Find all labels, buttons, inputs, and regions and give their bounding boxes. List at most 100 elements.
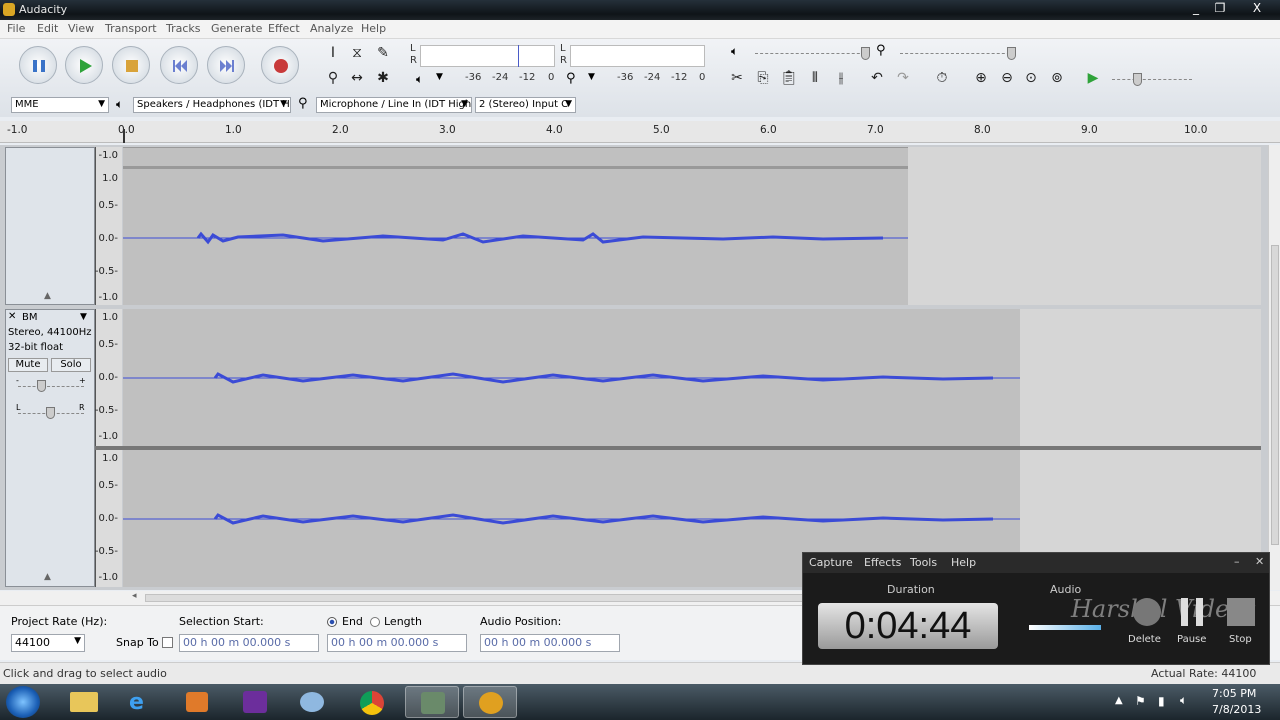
visual-studio-taskbar-icon[interactable] <box>228 686 282 718</box>
track-menu-chevron-icon[interactable]: ▼ <box>80 312 87 322</box>
output-device-select[interactable]: Speakers / Headphones (IDT H ▼ <box>133 97 291 113</box>
stop-icon[interactable] <box>1227 598 1255 626</box>
trim-icon[interactable]: ⫴ <box>804 68 826 88</box>
network-icon[interactable]: ▮ <box>1158 694 1165 708</box>
time-shift-tool-icon[interactable]: ↔ <box>346 68 368 88</box>
sync-lock-icon[interactable]: ⏱︎ <box>931 68 953 88</box>
pan-slider-thumb[interactable] <box>46 407 55 419</box>
play-at-speed-icon[interactable]: ▶ <box>1082 68 1104 88</box>
pause-button[interactable] <box>19 46 57 84</box>
playback-meter-dropdown-icon[interactable]: ▼ <box>436 72 443 82</box>
playback-meter[interactable] <box>420 45 555 67</box>
input-device-select[interactable]: Microphone / Line In (IDT High ▼ <box>316 97 472 113</box>
draw-tool-icon[interactable]: ✎ <box>372 43 394 63</box>
collapse-arrow-icon[interactable]: ▲ <box>44 572 51 582</box>
audacity-taskbar-icon[interactable] <box>463 686 517 718</box>
host-select[interactable]: MME ▼ <box>11 97 109 113</box>
tray-expand-icon[interactable]: ▲ <box>1115 695 1123 706</box>
clock-time[interactable]: 7:05 PM <box>1212 687 1256 700</box>
recorder-menu-effects[interactable]: Effects <box>864 556 901 569</box>
vertical-scroll-thumb[interactable] <box>1271 245 1279 545</box>
zoom-tool-icon[interactable]: ⚲ <box>322 68 344 88</box>
menu-generate[interactable]: Generate <box>211 22 262 35</box>
input-volume-slider[interactable] <box>900 53 1015 54</box>
input-volume-thumb[interactable] <box>1007 47 1016 60</box>
input-channels-select[interactable]: 2 (Stereo) Input C ▼ <box>475 97 576 113</box>
timeline-ruler[interactable]: -1.0 0.0 1.0 2.0 3.0 4.0 5.0 6.0 7.0 8.0… <box>0 121 1280 143</box>
menu-file[interactable]: File <box>7 22 25 35</box>
recorder-menu-capture[interactable]: Capture <box>809 556 853 569</box>
skip-to-start-button[interactable] <box>160 46 198 84</box>
media-player-taskbar-icon[interactable] <box>171 686 225 718</box>
record-meter-dropdown-icon[interactable]: ▼ <box>588 72 595 82</box>
volume-icon[interactable]: 🔈︎ <box>1180 693 1187 708</box>
length-radio[interactable] <box>370 617 380 627</box>
delete-icon[interactable] <box>1133 598 1161 626</box>
internet-explorer-taskbar-icon[interactable]: e <box>114 686 168 718</box>
output-volume-slider[interactable] <box>755 53 870 54</box>
zoom-out-icon[interactable]: ⊖ <box>996 68 1018 88</box>
track2-left-empty-region[interactable] <box>1020 309 1261 446</box>
recorder-close-icon[interactable]: ✕ <box>1255 555 1264 568</box>
collapse-arrow-icon[interactable]: ▲ <box>44 291 51 301</box>
audio-position-input[interactable]: 00 h 00 m 00.000 s <box>480 634 620 652</box>
redo-icon[interactable]: ↷ <box>892 68 914 88</box>
play-button[interactable] <box>65 46 103 84</box>
end-radio[interactable] <box>327 617 337 627</box>
scroll-left-icon[interactable]: ◂ <box>132 591 137 601</box>
track1-empty-region[interactable] <box>908 147 1261 305</box>
recorder-menu-help[interactable]: Help <box>951 556 976 569</box>
vertical-scrollbar[interactable] <box>1268 145 1280 590</box>
menu-help[interactable]: Help <box>361 22 386 35</box>
selection-end-input[interactable]: 00 h 00 m 00.000 s <box>327 634 467 652</box>
maximize-button[interactable]: ❐ <box>1207 0 1233 17</box>
menu-view[interactable]: View <box>68 22 94 35</box>
action-center-icon[interactable]: ⚑ <box>1135 694 1146 708</box>
play-speed-thumb[interactable] <box>1133 73 1142 86</box>
recorder-taskbar-icon[interactable] <box>405 686 459 718</box>
record-meter[interactable] <box>570 45 705 67</box>
speaker-icon[interactable]: 🔈︎ <box>416 72 423 87</box>
recorder-minimize-icon[interactable]: – <box>1234 555 1240 568</box>
track1-waveform[interactable] <box>123 147 908 305</box>
zoom-in-icon[interactable]: ⊕ <box>970 68 992 88</box>
explorer-taskbar-icon[interactable] <box>57 686 111 718</box>
cut-icon[interactable]: ✂ <box>726 68 748 88</box>
paint-taskbar-icon[interactable] <box>285 686 339 718</box>
delete-button-label[interactable]: Delete <box>1128 634 1161 645</box>
track2-left-waveform[interactable] <box>123 309 1020 446</box>
close-track-icon[interactable]: ✕ <box>8 311 16 322</box>
solo-button[interactable]: Solo <box>51 358 91 372</box>
silence-icon[interactable]: ⫲ <box>830 68 852 88</box>
pause-icon[interactable] <box>1181 598 1203 626</box>
fit-selection-icon[interactable]: ⊙ <box>1020 68 1042 88</box>
copy-icon[interactable]: ⎘ <box>752 68 774 88</box>
microphone-icon[interactable]: ⚲ <box>566 71 576 86</box>
menu-tracks[interactable]: Tracks <box>166 22 201 35</box>
start-button[interactable] <box>6 686 40 718</box>
recorder-menu-tools[interactable]: Tools <box>910 556 937 569</box>
menu-transport[interactable]: Transport <box>105 22 157 35</box>
close-button[interactable]: X <box>1244 0 1270 17</box>
stop-button-label[interactable]: Stop <box>1229 634 1252 645</box>
undo-icon[interactable]: ↶ <box>866 68 888 88</box>
gain-slider-thumb[interactable] <box>37 380 46 392</box>
menu-edit[interactable]: Edit <box>37 22 58 35</box>
chrome-taskbar-icon[interactable] <box>345 686 399 718</box>
pause-button-label[interactable]: Pause <box>1177 634 1206 645</box>
mute-button[interactable]: Mute <box>8 358 48 372</box>
record-button[interactable] <box>261 46 299 84</box>
menu-effect[interactable]: Effect <box>268 22 300 35</box>
track1-control-panel[interactable]: ▲ <box>5 147 95 305</box>
selection-tool-icon[interactable]: I <box>322 43 344 63</box>
snap-to-checkbox[interactable] <box>162 637 173 648</box>
play-speed-slider[interactable] <box>1112 79 1192 80</box>
track-name[interactable]: BM <box>22 312 38 323</box>
gain-slider[interactable] <box>18 386 84 387</box>
multi-tool-icon[interactable]: ✱ <box>372 68 394 88</box>
stop-button[interactable] <box>112 46 150 84</box>
fit-project-icon[interactable]: ⊚ <box>1046 68 1068 88</box>
clock-date[interactable]: 7/8/2013 <box>1212 703 1261 716</box>
selection-start-input[interactable]: 00 h 00 m 00.000 s <box>179 634 319 652</box>
paste-icon[interactable]: 📋︎ <box>778 68 800 88</box>
